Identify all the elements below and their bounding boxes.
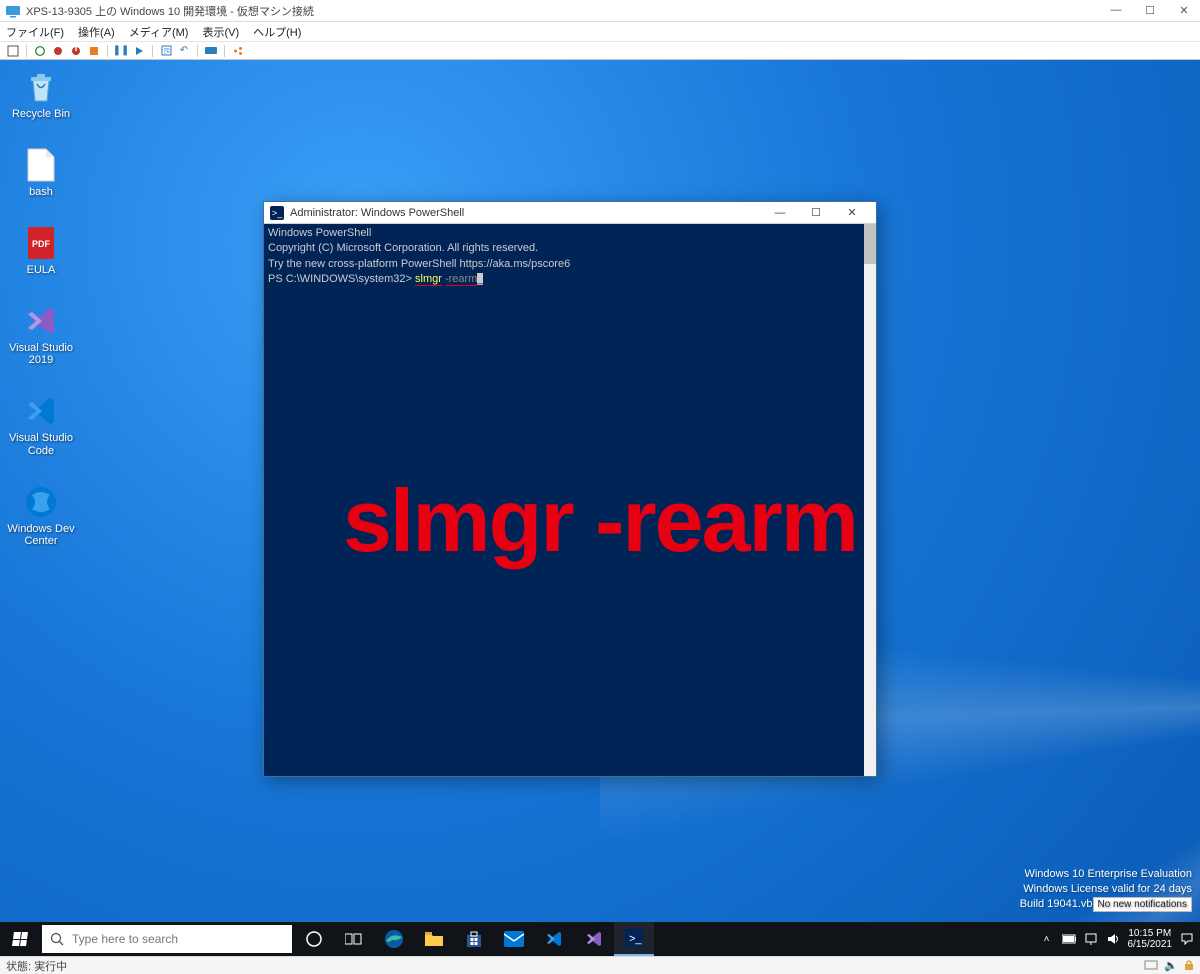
maximize-button[interactable]: ☐ bbox=[1140, 4, 1160, 17]
hyperv-toolbar: ❚❚ ⎘ ↶ bbox=[0, 42, 1200, 60]
scrollbar[interactable] bbox=[864, 224, 876, 776]
start-button-tool[interactable] bbox=[33, 44, 47, 58]
bash-file-icon[interactable]: bash bbox=[6, 146, 76, 198]
turnoff-button[interactable] bbox=[51, 44, 65, 58]
eula-pdf-icon[interactable]: PDF EULA bbox=[6, 224, 76, 276]
ps-command-slmgr: slmgr bbox=[415, 273, 442, 286]
host-window-controls: — ☐ ✕ bbox=[1106, 4, 1194, 17]
ps-line: Windows PowerShell bbox=[268, 226, 872, 241]
task-view-icon[interactable] bbox=[334, 922, 374, 956]
menu-media[interactable]: メディア(M) bbox=[129, 24, 189, 40]
ps-close-button[interactable]: ✕ bbox=[834, 202, 870, 224]
powershell-title: Administrator: Windows PowerShell bbox=[290, 207, 464, 219]
ps-line: Copyright (C) Microsoft Corporation. All… bbox=[268, 241, 872, 256]
hyperv-statusbar: 状態: 実行中 🔈 bbox=[0, 956, 1200, 974]
vs2019-taskbar-icon[interactable] bbox=[574, 922, 614, 956]
svg-text:PDF: PDF bbox=[32, 239, 51, 249]
powershell-window-controls: — ☐ ✕ bbox=[762, 202, 870, 224]
status-nic-icon bbox=[1144, 959, 1158, 972]
file-explorer-icon[interactable] bbox=[414, 922, 454, 956]
system-tray: ˄ 10:15 PM 6/15/2021 bbox=[1040, 922, 1200, 956]
vscode-icon[interactable]: Visual Studio Code bbox=[6, 392, 76, 456]
scrollbar-thumb[interactable] bbox=[864, 224, 876, 264]
menu-view[interactable]: 表示(V) bbox=[202, 24, 239, 40]
search-icon bbox=[50, 932, 64, 946]
desktop-icons: Recycle Bin bash PDF EULA Visual Studio … bbox=[6, 68, 76, 547]
share-button[interactable] bbox=[231, 44, 245, 58]
ctrl-alt-del-button[interactable] bbox=[6, 44, 20, 58]
taskbar-clock[interactable]: 10:15 PM 6/15/2021 bbox=[1128, 928, 1173, 950]
recycle-bin-icon[interactable]: Recycle Bin bbox=[6, 68, 76, 120]
powershell-taskbar-icon[interactable]: >_ bbox=[614, 922, 654, 956]
taskbar: Type here to search >_ ˄ 10:15 PM 6/15/2… bbox=[0, 922, 1200, 956]
start-button[interactable] bbox=[0, 922, 40, 956]
enhanced-session-button[interactable] bbox=[204, 44, 218, 58]
network-icon[interactable] bbox=[1084, 932, 1098, 946]
taskbar-pinned: >_ bbox=[294, 922, 654, 956]
ps-line: Try the new cross-platform PowerShell ht… bbox=[268, 257, 872, 272]
mail-icon[interactable] bbox=[494, 922, 534, 956]
svg-text:⎘: ⎘ bbox=[164, 47, 171, 56]
pause-button[interactable]: ❚❚ bbox=[114, 44, 128, 58]
status-speaker-icon: 🔈 bbox=[1164, 959, 1178, 972]
powershell-terminal[interactable]: Windows PowerShell Copyright (C) Microso… bbox=[264, 224, 876, 776]
checkpoint-button[interactable]: ⎘ bbox=[159, 44, 173, 58]
menu-action[interactable]: 操作(A) bbox=[78, 24, 115, 40]
ps-command-rearm: -rearm bbox=[445, 273, 477, 286]
hyperv-titlebar: XPS-13-9305 上の Windows 10 開発環境 - 仮想マシン接続… bbox=[0, 0, 1200, 22]
minimize-button[interactable]: — bbox=[1106, 4, 1126, 17]
revert-button[interactable]: ↶ bbox=[177, 44, 191, 58]
edge-icon[interactable] bbox=[374, 922, 414, 956]
powershell-window[interactable]: >_ Administrator: Windows PowerShell — ☐… bbox=[263, 201, 877, 777]
vscode-taskbar-icon[interactable] bbox=[534, 922, 574, 956]
ps-maximize-button[interactable]: ☐ bbox=[798, 202, 834, 224]
hyperv-title: XPS-13-9305 上の Windows 10 開発環境 - 仮想マシン接続 bbox=[26, 3, 314, 19]
vm-desktop[interactable]: Recycle Bin bash PDF EULA Visual Studio … bbox=[0, 60, 1200, 956]
windows-dev-center-icon[interactable]: Windows Dev Center bbox=[6, 483, 76, 547]
menu-help[interactable]: ヘルプ(H) bbox=[253, 24, 301, 40]
menu-file[interactable]: ファイル(F) bbox=[6, 24, 64, 40]
shutdown-button[interactable] bbox=[69, 44, 83, 58]
reset-button[interactable] bbox=[132, 44, 146, 58]
powershell-titlebar[interactable]: >_ Administrator: Windows PowerShell — ☐… bbox=[264, 202, 876, 224]
battery-icon[interactable] bbox=[1062, 932, 1076, 946]
save-button[interactable] bbox=[87, 44, 101, 58]
search-placeholder: Type here to search bbox=[72, 932, 178, 946]
volume-icon[interactable] bbox=[1106, 932, 1120, 946]
action-center-icon[interactable] bbox=[1180, 932, 1194, 946]
tray-chevron-icon[interactable]: ˄ bbox=[1040, 932, 1054, 946]
svg-text:>_: >_ bbox=[629, 933, 642, 945]
taskbar-search[interactable]: Type here to search bbox=[42, 925, 292, 953]
ps-minimize-button[interactable]: — bbox=[762, 202, 798, 224]
activation-watermark: Windows 10 Enterprise Evaluation Windows… bbox=[1020, 867, 1192, 912]
vs2019-icon[interactable]: Visual Studio 2019 bbox=[6, 302, 76, 366]
status-text: 状態: 実行中 bbox=[6, 958, 67, 974]
microsoft-store-icon[interactable] bbox=[454, 922, 494, 956]
hyperv-icon bbox=[6, 4, 20, 18]
hyperv-menubar: ファイル(F) 操作(A) メディア(M) 表示(V) ヘルプ(H) bbox=[0, 22, 1200, 42]
cortana-icon[interactable] bbox=[294, 922, 334, 956]
no-new-notifications-tooltip: No new notifications bbox=[1093, 897, 1193, 913]
ps-prompt-line: PS C:\WINDOWS\system32> slmgr -rearm_ bbox=[268, 272, 872, 287]
powershell-icon: >_ bbox=[270, 206, 284, 220]
close-button[interactable]: ✕ bbox=[1174, 4, 1194, 17]
status-lock-icon bbox=[1184, 959, 1194, 972]
